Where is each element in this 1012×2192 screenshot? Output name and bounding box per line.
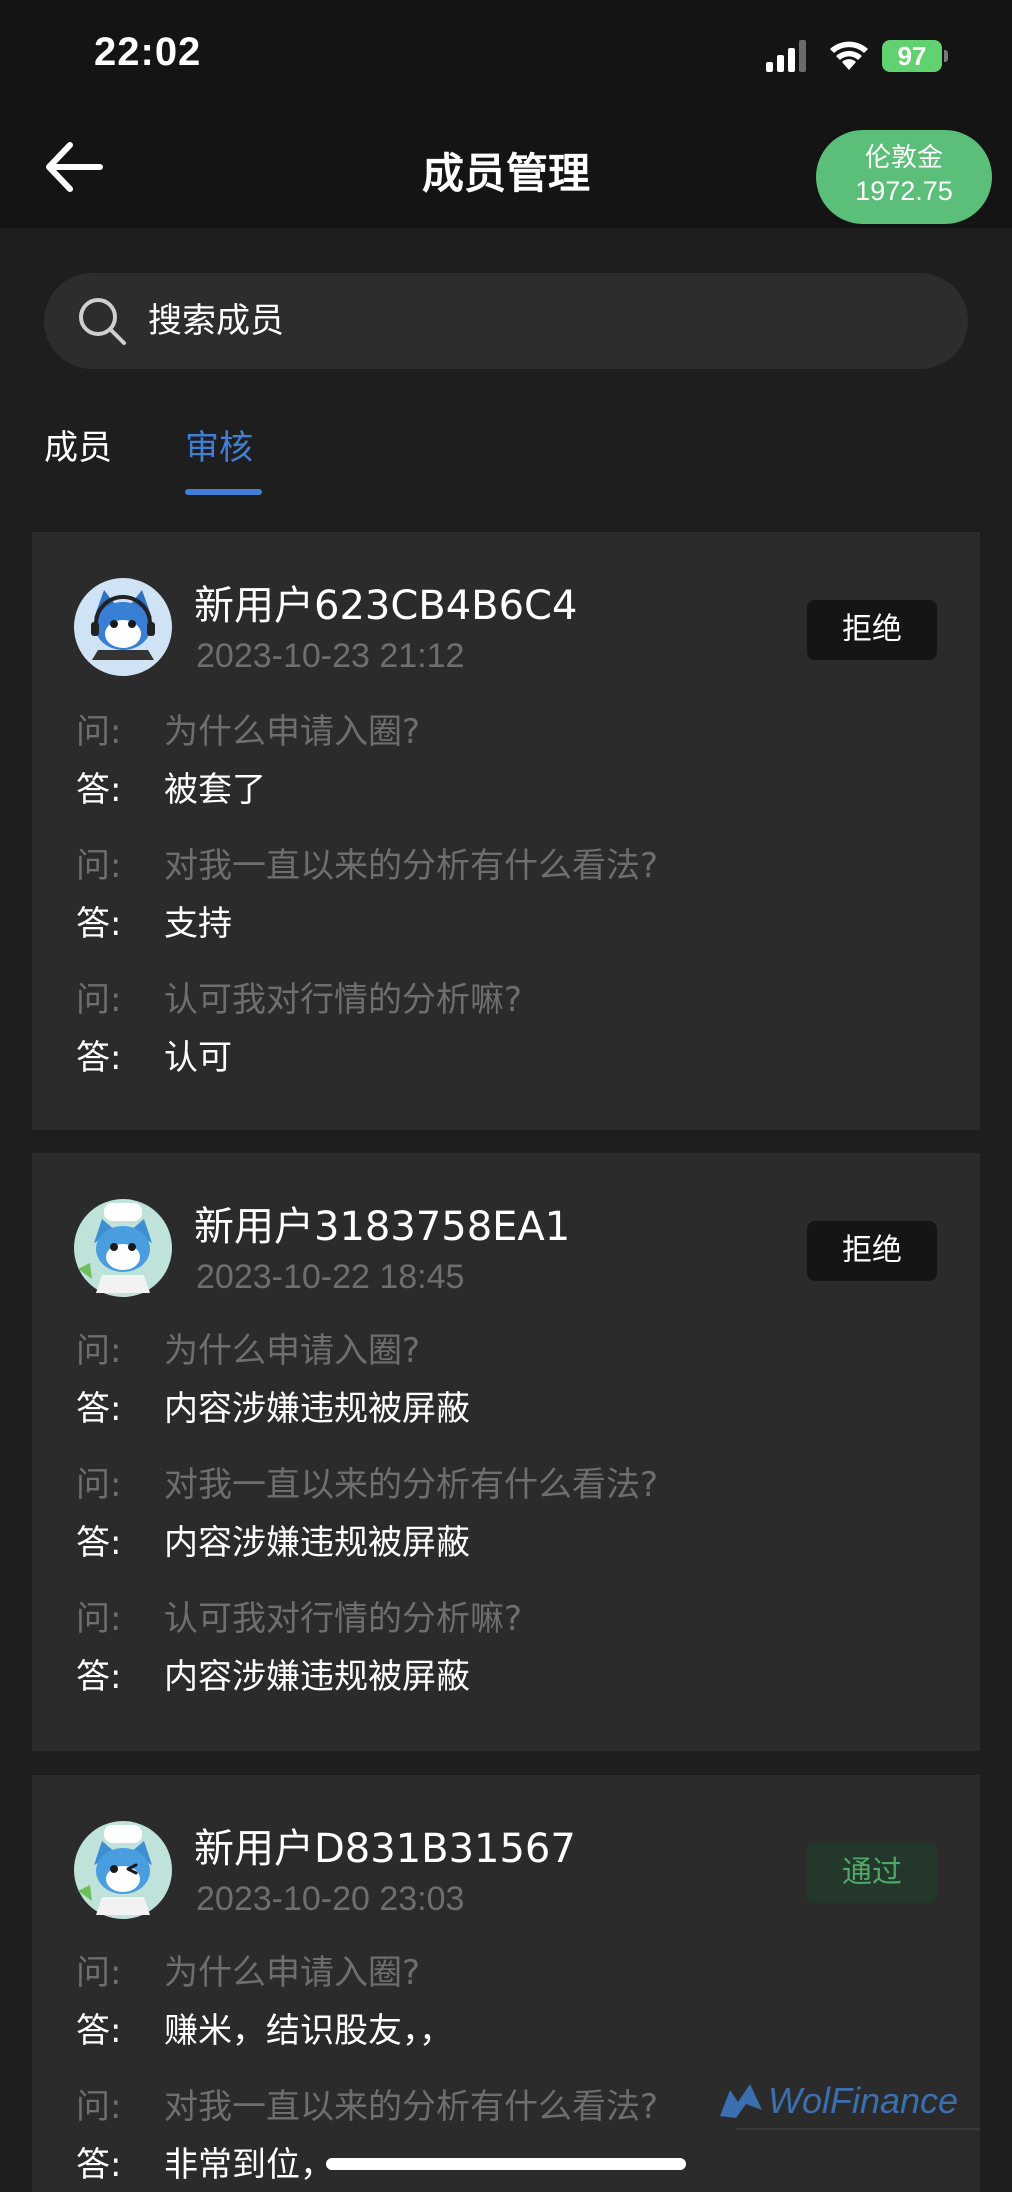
question-prefix: 问: xyxy=(76,846,122,886)
user-name: 新用户623CB4B6C4 xyxy=(194,583,578,629)
answer-row: 答: 内容涉嫌违规被屏蔽 xyxy=(76,1655,470,1699)
question-prefix: 问: xyxy=(76,980,122,1020)
answer-row: 答: 内容涉嫌违规被屏蔽 xyxy=(76,1521,470,1565)
question-text: 对我一直以来的分析有什么看法? xyxy=(164,2087,659,2127)
answer-text: 支持 xyxy=(164,904,232,944)
answer-prefix: 答: xyxy=(76,2145,122,2185)
answer-prefix: 答: xyxy=(76,1038,122,1078)
wolf-logo-icon xyxy=(720,2084,762,2118)
question-text: 对我一直以来的分析有什么看法? xyxy=(164,846,659,886)
answer-prefix: 答: xyxy=(76,2011,122,2051)
battery-icon: 97 xyxy=(882,40,942,72)
question-prefix: 问: xyxy=(76,1331,122,1371)
question-row: 问: 认可我对行情的分析嘛? xyxy=(76,978,522,1022)
question-text: 为什么申请入圈? xyxy=(164,1331,421,1371)
answer-text: 内容涉嫌违规被屏蔽 xyxy=(164,1523,470,1563)
question-prefix: 问: xyxy=(76,1953,122,1993)
question-row: 问: 对我一直以来的分析有什么看法? xyxy=(76,2085,658,2129)
search-icon xyxy=(79,298,126,345)
answer-prefix: 答: xyxy=(76,904,122,944)
question-text: 对我一直以来的分析有什么看法? xyxy=(164,1465,659,1505)
answer-row: 答: 支持 xyxy=(76,902,232,946)
question-text: 认可我对行情的分析嘛? xyxy=(164,980,523,1020)
question-row: 问: 对我一直以来的分析有什么看法? xyxy=(76,844,658,888)
signal-icon xyxy=(766,40,806,72)
question-row: 问: 为什么申请入圈? xyxy=(76,710,420,754)
answer-text: 内容涉嫌违规被屏蔽 xyxy=(164,1389,470,1429)
reject-button[interactable]: 拒绝 xyxy=(807,600,937,660)
search-box[interactable] xyxy=(44,273,968,369)
answer-prefix: 答: xyxy=(76,770,122,810)
nav-bar: 成员管理 伦敦金 1972.75 xyxy=(0,110,1012,228)
reject-button[interactable]: 拒绝 xyxy=(807,1221,937,1281)
answer-text: 赚米，结识股友，， xyxy=(164,2011,453,2051)
home-indicator[interactable] xyxy=(326,2158,686,2170)
question-prefix: 问: xyxy=(76,712,122,752)
answer-text: 认可 xyxy=(164,1038,232,1078)
status-bar: 22:02 97 xyxy=(0,0,1012,110)
answer-row: 答: 非常到位， xyxy=(76,2143,334,2187)
user-name: 新用户D831B31567 xyxy=(194,1826,576,1872)
question-prefix: 问: xyxy=(76,1599,122,1639)
answer-row: 答: 被套了 xyxy=(76,768,266,812)
tab-review[interactable]: 审核 xyxy=(185,424,253,472)
question-text: 为什么申请入圈? xyxy=(164,1953,421,1993)
question-row: 问: 为什么申请入圈? xyxy=(76,1329,420,1373)
question-prefix: 问: xyxy=(76,1465,122,1505)
wifi-icon xyxy=(830,41,868,70)
active-tab-indicator xyxy=(185,489,262,495)
answer-prefix: 答: xyxy=(76,1389,122,1429)
search-input[interactable] xyxy=(148,273,928,369)
user-name: 新用户3183758EA1 xyxy=(194,1204,571,1250)
answer-prefix: 答: xyxy=(76,1657,122,1697)
watermark-underline xyxy=(736,2128,980,2130)
question-text: 为什么申请入圈? xyxy=(164,712,421,752)
watermark: WolFinance xyxy=(716,2076,986,2132)
apply-time: 2023-10-20 23:03 xyxy=(196,1880,465,1918)
avatar xyxy=(74,578,172,676)
avatar xyxy=(74,1821,172,1919)
avatar xyxy=(74,1199,172,1297)
question-text: 认可我对行情的分析嘛? xyxy=(164,1599,523,1639)
app-screen: 22:02 97 成员管理 伦敦金 1972.75 搜索成员 成员 审核 新用户… xyxy=(0,0,1012,2192)
answer-text: 非常到位， xyxy=(164,2145,334,2185)
question-row: 问: 认可我对行情的分析嘛? xyxy=(76,1597,522,1641)
approve-button[interactable]: 通过 xyxy=(807,1843,937,1903)
watermark-text: WolFinance xyxy=(768,2080,959,2121)
answer-row: 答: 赚米，结识股友，， xyxy=(76,2009,453,2053)
answer-row: 答: 内容涉嫌违规被屏蔽 xyxy=(76,1387,470,1431)
answer-row: 答: 认可 xyxy=(76,1036,232,1080)
answer-text: 内容涉嫌违规被屏蔽 xyxy=(164,1657,470,1697)
tab-members[interactable]: 成员 xyxy=(44,424,112,472)
gold-price-label: 伦敦金 xyxy=(864,143,943,173)
question-prefix: 问: xyxy=(76,2087,122,2127)
application-card: 新用户3183758EA1 2023-10-22 18:45 拒绝 问: 为什么申… xyxy=(32,1153,980,1751)
question-row: 问: 为什么申请入圈? xyxy=(76,1951,420,1995)
answer-text: 被套了 xyxy=(164,770,266,810)
status-time: 22:02 xyxy=(94,30,202,74)
apply-time: 2023-10-22 18:45 xyxy=(196,1258,465,1296)
battery-tip xyxy=(944,50,948,62)
question-row: 问: 对我一直以来的分析有什么看法? xyxy=(76,1463,658,1507)
gold-price-value: 1972.75 xyxy=(855,176,953,206)
apply-time: 2023-10-23 21:12 xyxy=(196,637,465,675)
answer-prefix: 答: xyxy=(76,1523,122,1563)
gold-price-button[interactable]: 伦敦金 1972.75 xyxy=(816,130,992,224)
application-card: 新用户623CB4B6C4 2023-10-23 21:12 拒绝 问: 为什么申… xyxy=(32,532,980,1130)
